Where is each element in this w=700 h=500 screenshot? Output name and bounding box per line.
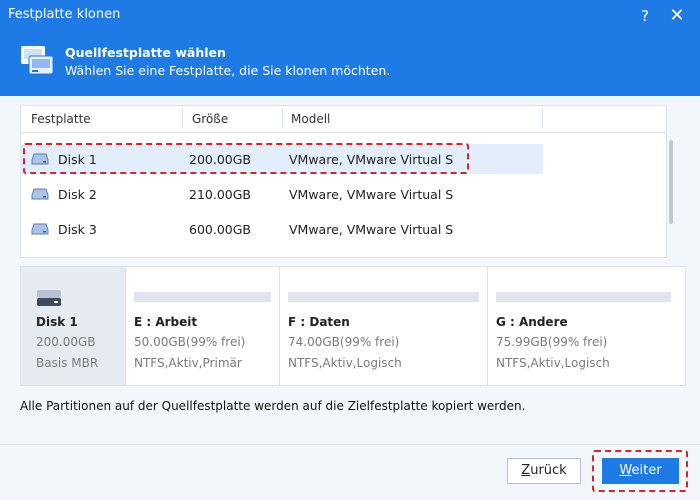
table-row-disk-3[interactable]: Disk 3 600.00GB VMware, VMware Virtual S bbox=[21, 214, 543, 244]
column-divider bbox=[542, 108, 543, 128]
partition-g[interactable]: G : Andere 75.99GB(99% frei) NTFS,Aktiv,… bbox=[487, 267, 686, 385]
partition-name: F : Daten bbox=[288, 315, 350, 329]
partition-usage-bar bbox=[288, 292, 479, 302]
window-title: Festplatte klonen bbox=[8, 7, 121, 22]
partition-f[interactable]: F : Daten 74.00GB(99% frei) NTFS,Aktiv,L… bbox=[279, 267, 487, 385]
column-divider bbox=[282, 108, 283, 128]
copy-note: Alle Partitionen auf der Quellfestplatte… bbox=[20, 399, 526, 413]
partition-capacity: 74.00GB(99% frei) bbox=[288, 335, 400, 349]
column-header-model[interactable]: Modell bbox=[291, 112, 330, 126]
partition-filesystem: NTFS,Aktiv,Logisch bbox=[288, 356, 402, 370]
table-row-disk-2[interactable]: Disk 2 210.00GB VMware, VMware Virtual S bbox=[21, 179, 543, 209]
disk-details-panel: Disk 1 200.00GB Basis MBR E : Arbeit 50.… bbox=[20, 266, 686, 386]
selection-highlight bbox=[23, 143, 469, 174]
clone-disk-dialog: Festplatte klonen ? ✕ Quellfestplatte wä… bbox=[0, 0, 700, 500]
disk-size: 210.00GB bbox=[189, 187, 251, 202]
column-divider bbox=[182, 108, 183, 128]
partition-name: G : Andere bbox=[496, 315, 568, 329]
selected-disk-size: 200.00GB bbox=[36, 335, 96, 349]
selected-disk-name: Disk 1 bbox=[36, 315, 78, 329]
selected-disk-card: Disk 1 200.00GB Basis MBR bbox=[21, 267, 125, 385]
disk-model: VMware, VMware Virtual S bbox=[289, 222, 454, 237]
disk-name: Disk 3 bbox=[58, 222, 97, 237]
hard-disk-icon bbox=[37, 290, 61, 306]
disk-name: Disk 2 bbox=[58, 187, 97, 202]
disk-icon bbox=[21, 46, 54, 75]
partition-usage-bar bbox=[134, 292, 271, 302]
selected-disk-type: Basis MBR bbox=[36, 356, 99, 370]
partition-usage-bar bbox=[496, 292, 671, 302]
header-panel: Festplatte klonen ? ✕ Quellfestplatte wä… bbox=[0, 0, 700, 96]
column-header-disk[interactable]: Festplatte bbox=[31, 112, 91, 126]
partition-capacity: 50.00GB(99% frei) bbox=[134, 335, 246, 349]
back-button[interactable]: Zurück bbox=[507, 458, 581, 484]
hard-disk-icon bbox=[31, 223, 49, 235]
header-title: Quellfestplatte wählen bbox=[65, 45, 226, 60]
back-button-label: urück bbox=[530, 463, 567, 478]
next-button-highlight bbox=[592, 450, 688, 492]
partition-filesystem: NTFS,Aktiv,Logisch bbox=[496, 356, 610, 370]
partition-filesystem: NTFS,Aktiv,Primär bbox=[134, 356, 242, 370]
partition-name: E : Arbeit bbox=[134, 315, 198, 329]
column-header-size[interactable]: Größe bbox=[192, 112, 228, 126]
partition-capacity: 75.99GB(99% frei) bbox=[496, 335, 608, 349]
hard-disk-icon bbox=[31, 188, 49, 200]
close-button[interactable]: ✕ bbox=[666, 5, 688, 27]
header-subtitle: Wählen Sie eine Festplatte, die Sie klon… bbox=[65, 63, 391, 78]
partition-e[interactable]: E : Arbeit 50.00GB(99% frei) NTFS,Aktiv,… bbox=[125, 267, 279, 385]
disk-model: VMware, VMware Virtual S bbox=[289, 187, 454, 202]
table-header: Festplatte Größe Modell bbox=[21, 106, 666, 133]
back-button-mnemonic: Z bbox=[521, 463, 531, 478]
table-scrollbar[interactable] bbox=[669, 140, 673, 224]
disk-table: Festplatte Größe Modell Disk 1 200.00GB … bbox=[20, 105, 667, 258]
disk-size: 600.00GB bbox=[189, 222, 251, 237]
help-button[interactable]: ? bbox=[634, 5, 656, 27]
footer-divider bbox=[0, 444, 700, 445]
